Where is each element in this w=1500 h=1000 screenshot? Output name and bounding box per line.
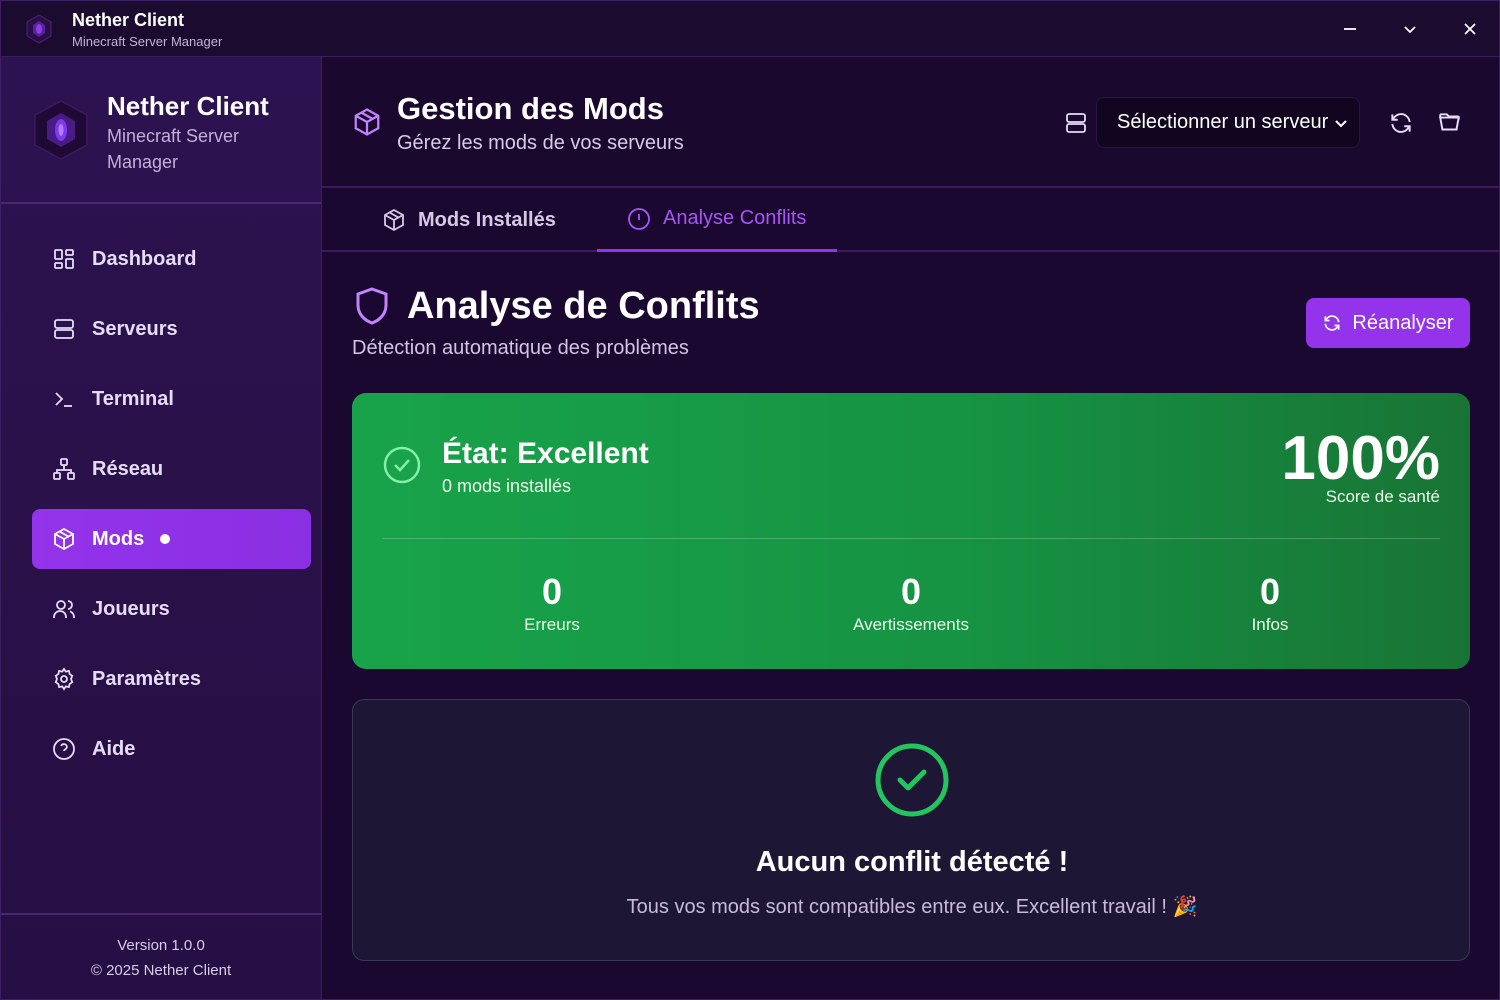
close-button[interactable]: [1456, 15, 1484, 43]
sidebar-item-label: Paramètres: [92, 667, 201, 690]
sidebar: Nether Client Minecraft Server Manager D…: [1, 57, 322, 999]
minimize-button[interactable]: [1336, 15, 1364, 43]
stat-infos: 0 Infos: [1150, 571, 1390, 635]
sidebar-item-label: Mods: [92, 527, 145, 550]
refresh-icon[interactable]: [1388, 110, 1414, 136]
sidebar-item-joueurs[interactable]: Joueurs: [32, 579, 311, 639]
sidebar-item-serveurs[interactable]: Serveurs: [32, 299, 311, 359]
nether-logo-icon: [26, 14, 52, 44]
page-title: Gestion des Mods: [397, 91, 664, 126]
chevron-down-icon: [1335, 120, 1347, 128]
folder-open-icon[interactable]: [1437, 110, 1463, 136]
no-conflicts-title: Aucun conflit détecté !: [755, 846, 1069, 878]
window-subtitle: Minecraft Server Manager: [72, 34, 223, 49]
server-icon: [1066, 113, 1086, 133]
reanalyze-label: Réanalyser: [1352, 311, 1454, 334]
minimize-icon: [1344, 28, 1356, 30]
stat-errors: 0 Erreurs: [432, 571, 672, 635]
sidebar-item-terminal[interactable]: Terminal: [32, 369, 311, 429]
page-header: Gestion des Mods Gérez les mods de vos s…: [322, 57, 1499, 188]
sidebar-brand: Nether Client Minecraft Server Manager: [1, 57, 321, 204]
refresh-icon: [1324, 315, 1340, 331]
server-select-value: Sélectionner un serveur: [1117, 111, 1329, 133]
stat-value: 0: [900, 571, 922, 612]
reanalyze-button[interactable]: Réanalyser: [1306, 298, 1470, 348]
page-subtitle: Gérez les mods de vos serveurs: [397, 132, 684, 154]
main-content: Gestion des Mods Gérez les mods de vos s…: [322, 57, 1499, 999]
title-bar: Nether Client Minecraft Server Manager: [1, 1, 1499, 57]
tab-analyse-conflits[interactable]: Analyse Conflits: [597, 188, 837, 252]
sidebar-item-aide[interactable]: Aide: [32, 719, 311, 779]
check-circle-icon: [875, 743, 949, 817]
no-conflicts-subtitle: Tous vos mods sont compatibles entre eux…: [626, 896, 1198, 918]
users-icon: [53, 600, 75, 618]
gear-icon: [54, 667, 74, 691]
help-icon: [53, 738, 75, 760]
window-title: Nether Client: [72, 10, 185, 30]
copyright-text: © 2025 Nether Client: [90, 962, 232, 979]
mods-count: 0 mods installés: [442, 476, 572, 496]
section-title: Analyse de Conflits: [407, 285, 760, 327]
sidebar-item-label: Joueurs: [92, 597, 170, 620]
alert-circle-icon: [628, 207, 650, 230]
maximize-button[interactable]: [1396, 15, 1424, 43]
server-icon: [54, 319, 74, 339]
stat-warnings: 0 Avertissements: [791, 571, 1031, 635]
brand-subtitle: Minecraft Server Manager: [107, 126, 240, 172]
health-card: État: Excellent 0 mods installés 100% Sc…: [352, 393, 1470, 669]
health-score-label: Score de santé: [1325, 487, 1440, 506]
stat-value: 0: [541, 571, 563, 612]
close-icon: [1464, 23, 1476, 35]
stat-label: Erreurs: [524, 615, 580, 634]
shield-icon: [356, 287, 388, 325]
tab-label: Mods Installés: [418, 208, 556, 231]
stat-value: 0: [1259, 571, 1281, 612]
package-icon: [384, 208, 404, 232]
terminal-icon: [55, 392, 72, 407]
sidebar-item-label: Réseau: [92, 457, 164, 480]
sidebar-item-parametres[interactable]: Paramètres: [32, 649, 311, 709]
server-select[interactable]: Sélectionner un serveur: [1096, 97, 1360, 148]
section-subtitle: Détection automatique des problèmes: [352, 337, 689, 359]
active-indicator-dot: [160, 534, 171, 544]
dashboard-icon: [54, 249, 74, 269]
tab-bar: Mods Installés Analyse Conflits: [322, 188, 1499, 252]
sidebar-footer: Version 1.0.0 © 2025 Nether Client: [1, 913, 321, 999]
health-divider: [382, 538, 1440, 539]
sidebar-item-label: Aide: [92, 737, 136, 760]
sidebar-item-dashboard[interactable]: Dashboard: [32, 229, 311, 289]
health-score: 100%: [1281, 424, 1440, 493]
network-icon: [53, 458, 75, 480]
chevron-down-icon: [1404, 26, 1416, 34]
nether-logo-icon: [34, 100, 88, 160]
brand-title: Nether Client: [107, 91, 269, 121]
sidebar-item-label: Serveurs: [92, 317, 178, 340]
version-text: Version 1.0.0: [117, 937, 205, 954]
sidebar-item-reseau[interactable]: Réseau: [32, 439, 311, 499]
tab-label: Analyse Conflits: [663, 207, 807, 229]
stat-label: Avertissements: [853, 615, 969, 634]
health-state: État: Excellent: [442, 437, 649, 470]
no-conflicts-panel: Aucun conflit détecté ! Tous vos mods so…: [352, 699, 1470, 961]
package-icon: [354, 108, 380, 136]
sidebar-item-label: Terminal: [92, 387, 174, 410]
stat-label: Infos: [1251, 615, 1289, 634]
app-window: Nether Client Minecraft Server Manager N…: [0, 0, 1500, 1000]
sidebar-item-mods[interactable]: Mods: [32, 509, 311, 569]
tab-mods-installes[interactable]: Mods Installés: [382, 188, 556, 252]
package-icon: [54, 527, 74, 551]
check-circle-icon: [383, 446, 421, 484]
sidebar-item-label: Dashboard: [92, 247, 197, 270]
